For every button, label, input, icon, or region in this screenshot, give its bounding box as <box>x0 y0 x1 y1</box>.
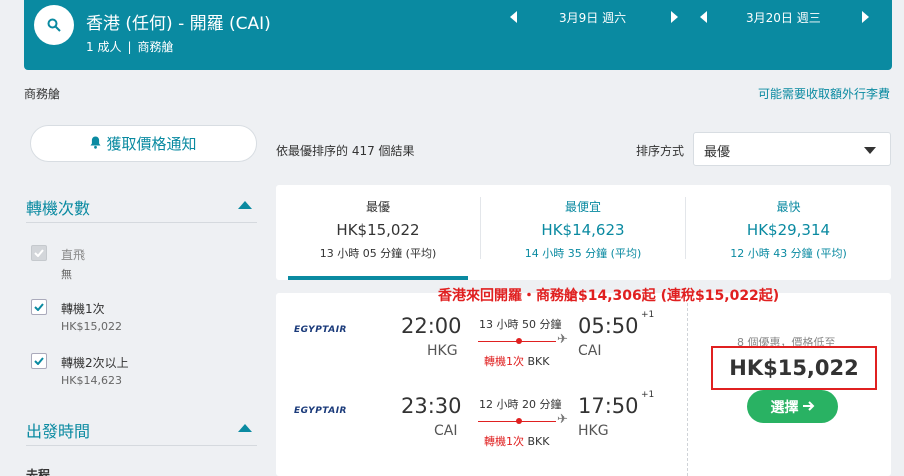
stop-option-label: 轉機1次 <box>61 302 105 316</box>
divider <box>26 222 257 223</box>
stops-filter-title[interactable]: 轉機次數 <box>26 195 90 219</box>
outbound-depart-time: 22:00 <box>401 314 462 338</box>
sort-select[interactable]: 最優 <box>693 132 891 166</box>
divider <box>26 445 257 446</box>
checkbox-one-stop[interactable] <box>31 299 47 315</box>
tab-best[interactable]: 最優 HK$15,022 13 小時 05 分鐘 (平均) <box>276 185 480 280</box>
plane-icon: ✈ <box>557 412 568 427</box>
inbound-arrive-time: 17:50 <box>578 394 639 418</box>
chevron-up-icon[interactable] <box>238 201 252 209</box>
arrow-right-icon <box>802 399 815 415</box>
select-flight-button[interactable]: 選擇 <box>747 390 838 423</box>
chevron-up-icon[interactable] <box>238 424 252 432</box>
sort-tabs: 最優 HK$15,022 13 小時 05 分鐘 (平均) 最便宜 HK$14,… <box>276 185 891 280</box>
tab-cheapest[interactable]: 最便宜 HK$14,623 14 小時 35 分鐘 (平均) <box>481 185 685 280</box>
stop-dot-icon <box>516 338 522 344</box>
price-alert-button[interactable]: 獲取價格通知 <box>30 125 257 162</box>
outbound-arrive-time: 05:50 <box>578 314 639 338</box>
depart-prev-arrow-icon[interactable] <box>510 11 517 23</box>
departure-time-filter-title[interactable]: 出發時間 <box>26 418 90 442</box>
outbound-stops: 轉機1次 BKK <box>484 355 550 368</box>
inbound-duration: 12 小時 20 分鐘 <box>479 398 562 411</box>
search-button[interactable] <box>34 5 94 45</box>
day-offset: +1 <box>641 390 655 400</box>
selected-tab-indicator <box>288 276 468 280</box>
baggage-fee-link[interactable]: 可能需要收取額外行李費 <box>758 85 890 102</box>
return-next-arrow-icon[interactable] <box>862 11 869 23</box>
airline-logo: EGYPTAIR <box>294 325 347 335</box>
depart-next-arrow-icon[interactable] <box>671 11 678 23</box>
plane-icon: ✈ <box>557 332 568 347</box>
inbound-depart-time: 23:30 <box>401 394 462 418</box>
sort-label: 排序方式 <box>636 144 685 158</box>
stop-dot-icon <box>516 418 522 424</box>
stop-option-label: 直飛 <box>61 248 86 262</box>
promo-banner: 香港來回開羅・商務艙$14,306起 (連稅$15,022起) <box>438 288 780 304</box>
inbound-arrive-airport: HKG <box>578 423 609 439</box>
cabin-label: 商務艙 <box>24 87 61 101</box>
tab-fastest[interactable]: 最快 HK$29,314 12 小時 43 分鐘 (平均) <box>686 185 891 280</box>
outbound-depart-airport: HKG <box>427 343 458 359</box>
stop-option-label: 轉機2次以上 <box>61 356 129 370</box>
return-prev-arrow-icon[interactable] <box>700 11 707 23</box>
route-title: 香港 (任何) - 開羅 (CAI) <box>86 14 271 34</box>
stop-option-price: HK$14,623 <box>61 374 122 387</box>
checkbox-two-plus-stops[interactable] <box>31 353 47 369</box>
search-summary-bar[interactable]: 香港 (任何) - 開羅 (CAI) 1 成人 | 商務艙 3月9日 週六 3月20… <box>24 0 892 70</box>
results-count: 依最優排序的 417 個結果 <box>276 144 415 158</box>
search-icon <box>34 5 74 45</box>
flight-price: HK$15,022 <box>729 356 859 380</box>
inbound-depart-airport: CAI <box>434 423 458 439</box>
inbound-stops: 轉機1次 BKK <box>484 435 550 448</box>
divider <box>687 303 688 476</box>
day-offset: +1 <box>641 310 655 320</box>
bell-icon <box>90 135 101 153</box>
return-date[interactable]: 3月20日 週三 <box>746 9 821 29</box>
airline-logo: EGYPTAIR <box>294 406 347 416</box>
chevron-down-icon <box>864 147 876 154</box>
checkbox-direct[interactable] <box>31 245 47 261</box>
stop-option-price: 無 <box>61 268 72 281</box>
passenger-cabin-summary: 1 成人 | 商務艙 <box>86 40 174 54</box>
stop-option-price: HK$15,022 <box>61 320 122 333</box>
outbound-duration: 13 小時 50 分鐘 <box>479 318 562 331</box>
outbound-arrive-airport: CAI <box>578 343 602 359</box>
outbound-label: 去程 <box>26 468 51 476</box>
depart-date[interactable]: 3月9日 週六 <box>559 9 626 29</box>
price-highlight-box: HK$15,022 <box>711 346 877 390</box>
